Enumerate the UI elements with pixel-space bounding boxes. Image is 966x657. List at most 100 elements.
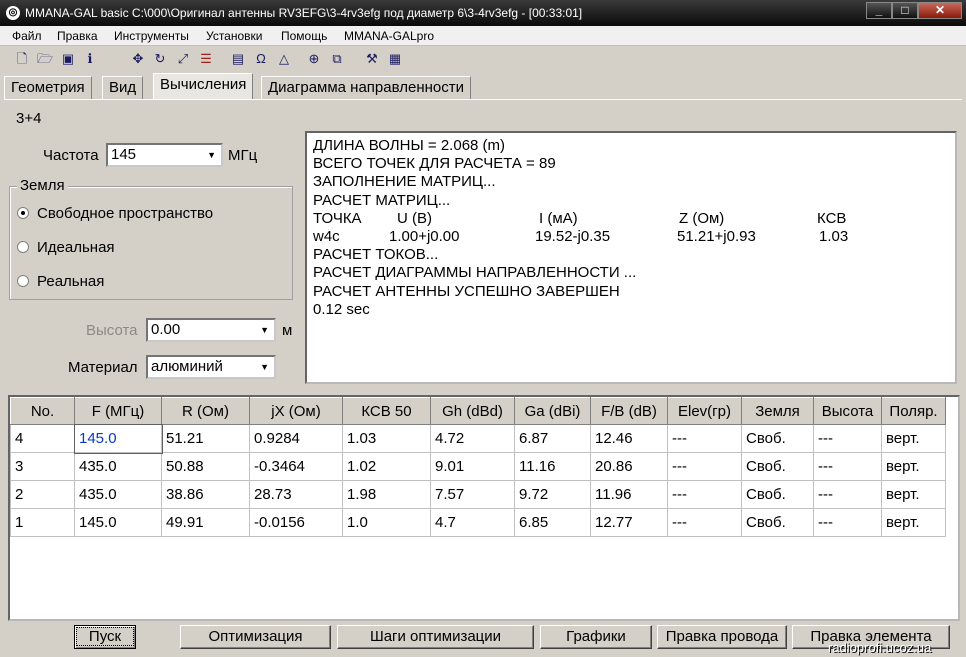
row-number-cell[interactable]: 1 [10, 508, 75, 537]
table-cell[interactable]: --- [813, 508, 882, 537]
col-header-elev[interactable]: Elev(гр) [667, 397, 742, 425]
save-icon[interactable]: ▣ [60, 51, 76, 67]
table-cell[interactable]: 1.02 [342, 452, 431, 481]
table-cell[interactable]: Своб. [741, 508, 814, 537]
table-cell[interactable]: --- [667, 424, 742, 453]
table-cell[interactable]: 20.86 [590, 452, 668, 481]
edit-wire-button[interactable]: Правка провода [657, 625, 787, 649]
col-header-polarization[interactable]: Поляр. [881, 397, 946, 425]
table-row[interactable]: 4 145.0 51.21 0.9284 1.03 4.72 6.87 12.46 --- Сво… [10, 423, 946, 454]
close-button[interactable]: ✕ [918, 2, 962, 19]
table-cell[interactable]: Своб. [741, 480, 814, 509]
info-icon[interactable]: ℹ [82, 51, 98, 67]
table-cell[interactable]: -0.3464 [249, 452, 343, 481]
tab-view[interactable]: Вид [102, 76, 144, 99]
results-grid[interactable]: No. F (МГц) R (Ом) jX (Ом) КСВ 50 Gh (dB… [8, 395, 960, 621]
table-cell[interactable]: 1.0 [342, 508, 431, 537]
table-cell[interactable]: 38.86 [161, 480, 250, 509]
graphs-button[interactable]: Графики [540, 625, 652, 649]
table-cell[interactable]: 11.96 [590, 480, 668, 509]
table-cell[interactable]: верт. [881, 452, 946, 481]
table-cell[interactable]: 435.0 [74, 452, 162, 481]
triangle-icon[interactable]: △ [276, 51, 292, 67]
rotate-icon[interactable]: ↻ [152, 51, 168, 67]
height-select[interactable]: 0.00 ▼ [146, 318, 276, 342]
row-number-cell[interactable]: 4 [10, 424, 75, 453]
table-cell[interactable]: -0.0156 [249, 508, 343, 537]
table-cell[interactable]: 9.72 [514, 480, 591, 509]
col-header-swr[interactable]: КСВ 50 [342, 397, 431, 425]
copy-icon[interactable]: ⧉ [329, 51, 345, 67]
menu-mmana-galpro[interactable]: MMANA-GALpro [344, 29, 434, 43]
table-cell[interactable]: 9.01 [430, 452, 515, 481]
table-cell[interactable]: верт. [881, 508, 946, 537]
col-header-fb[interactable]: F/B (dB) [590, 397, 668, 425]
table-cell[interactable]: 12.77 [590, 508, 668, 537]
col-header-gh[interactable]: Gh (dBd) [430, 397, 515, 425]
open-icon[interactable]: 🗁 [37, 51, 53, 67]
tab-radiation-pattern[interactable]: Диаграмма направленности [261, 76, 471, 99]
table-cell[interactable]: верт. [881, 424, 946, 453]
table-cell[interactable]: 1.03 [342, 424, 431, 453]
title-bar[interactable]: ◎ MMANA-GAL basic C:\000\Оригинал антенн… [0, 0, 966, 26]
table-row[interactable]: 3 435.0 50.88 -0.3464 1.02 9.01 11.16 20.86 --- С… [10, 452, 946, 481]
col-header-height[interactable]: Высота [813, 397, 882, 425]
table-cell[interactable]: 50.88 [161, 452, 250, 481]
row-number-cell[interactable]: 2 [10, 480, 75, 509]
ground-free-space-radio[interactable]: Свободное пространство [17, 205, 213, 222]
table-cell[interactable]: 7.57 [430, 480, 515, 509]
table-cell[interactable]: 435.0 [74, 480, 162, 509]
table-cell[interactable]: Своб. [741, 424, 814, 453]
table-cell[interactable]: --- [667, 480, 742, 509]
tab-geometry[interactable]: Геометрия [4, 76, 92, 99]
col-header-frequency[interactable]: F (МГц) [74, 397, 162, 425]
wire-icon[interactable]: Ω [253, 51, 269, 67]
frequency-select[interactable]: 145 ▼ [106, 143, 223, 167]
segments-icon[interactable]: ☰ [198, 51, 214, 67]
col-header-ga[interactable]: Ga (dBi) [514, 397, 591, 425]
ground-ideal-radio[interactable]: Идеальная [17, 239, 115, 256]
calculator-icon[interactable]: ▦ [387, 51, 403, 67]
table-cell[interactable]: 145.0 [73, 423, 163, 454]
table-cell[interactable]: --- [667, 508, 742, 537]
table-cell[interactable]: 11.16 [514, 452, 591, 481]
table-row[interactable]: 2 435.0 38.86 28.73 1.98 7.57 9.72 11.96 --- Своб… [10, 480, 946, 509]
col-header-jx[interactable]: jX (Ом) [249, 397, 343, 425]
col-header-ground[interactable]: Земля [741, 397, 814, 425]
resize-icon[interactable]: ⤢ [175, 51, 191, 67]
target-icon[interactable]: ⊕ [306, 51, 322, 67]
table-cell[interactable]: 51.21 [161, 424, 250, 453]
table-cell[interactable]: Своб. [741, 452, 814, 481]
document-icon[interactable]: ▤ [230, 51, 246, 67]
menu-help[interactable]: Помощь [281, 29, 327, 43]
table-cell[interactable]: --- [667, 452, 742, 481]
table-row[interactable]: 1 145.0 49.91 -0.0156 1.0 4.7 6.85 12.77 --- Своб… [10, 508, 946, 537]
tab-calculations[interactable]: Вычисления [153, 73, 254, 100]
material-select[interactable]: алюминий ▼ [146, 355, 276, 379]
table-cell[interactable]: --- [813, 424, 882, 453]
table-cell[interactable]: 6.85 [514, 508, 591, 537]
ground-real-radio[interactable]: Реальная [17, 273, 104, 290]
tools-icon[interactable]: ⚒ [364, 51, 380, 67]
row-number-cell[interactable]: 3 [10, 452, 75, 481]
table-cell[interactable]: 1.98 [342, 480, 431, 509]
menu-edit[interactable]: Правка [57, 29, 98, 43]
start-button[interactable]: Пуск [74, 625, 136, 649]
table-cell[interactable]: 28.73 [249, 480, 343, 509]
menu-settings[interactable]: Установки [206, 29, 262, 43]
table-cell[interactable]: 0.9284 [249, 424, 343, 453]
menu-file[interactable]: Файл [12, 29, 42, 43]
optimize-button[interactable]: Оптимизация [180, 625, 331, 649]
table-cell[interactable]: --- [813, 452, 882, 481]
optimization-steps-button[interactable]: Шаги оптимизации [337, 625, 534, 649]
minimize-button[interactable]: _ [866, 2, 892, 19]
table-cell[interactable]: 12.46 [590, 424, 668, 453]
table-cell[interactable]: 49.91 [161, 508, 250, 537]
table-cell[interactable]: 4.7 [430, 508, 515, 537]
table-cell[interactable]: --- [813, 480, 882, 509]
table-cell[interactable]: 6.87 [514, 424, 591, 453]
col-header-no[interactable]: No. [10, 397, 75, 425]
calculation-log[interactable]: ДЛИНА ВОЛНЫ = 2.068 (m) ВСЕГО ТОЧЕК ДЛЯ … [305, 131, 957, 384]
maximize-button[interactable]: □ [892, 2, 918, 19]
menu-tools[interactable]: Инструменты [114, 29, 189, 43]
